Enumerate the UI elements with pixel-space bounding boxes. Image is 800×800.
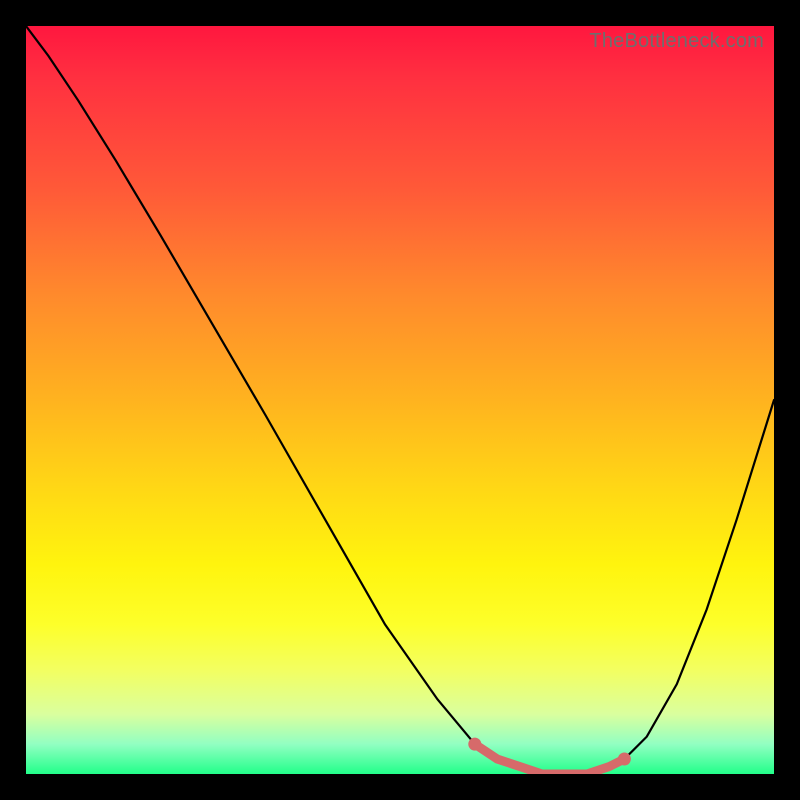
bottleneck-curve <box>26 26 774 774</box>
chart-frame: TheBottleneck.com <box>0 0 800 800</box>
optimal-range-marker <box>475 744 625 774</box>
curve-overlay <box>26 26 774 774</box>
optimal-range-start-dot <box>468 738 481 751</box>
plot-area: TheBottleneck.com <box>26 26 774 774</box>
optimal-range-end-dot <box>618 753 631 766</box>
